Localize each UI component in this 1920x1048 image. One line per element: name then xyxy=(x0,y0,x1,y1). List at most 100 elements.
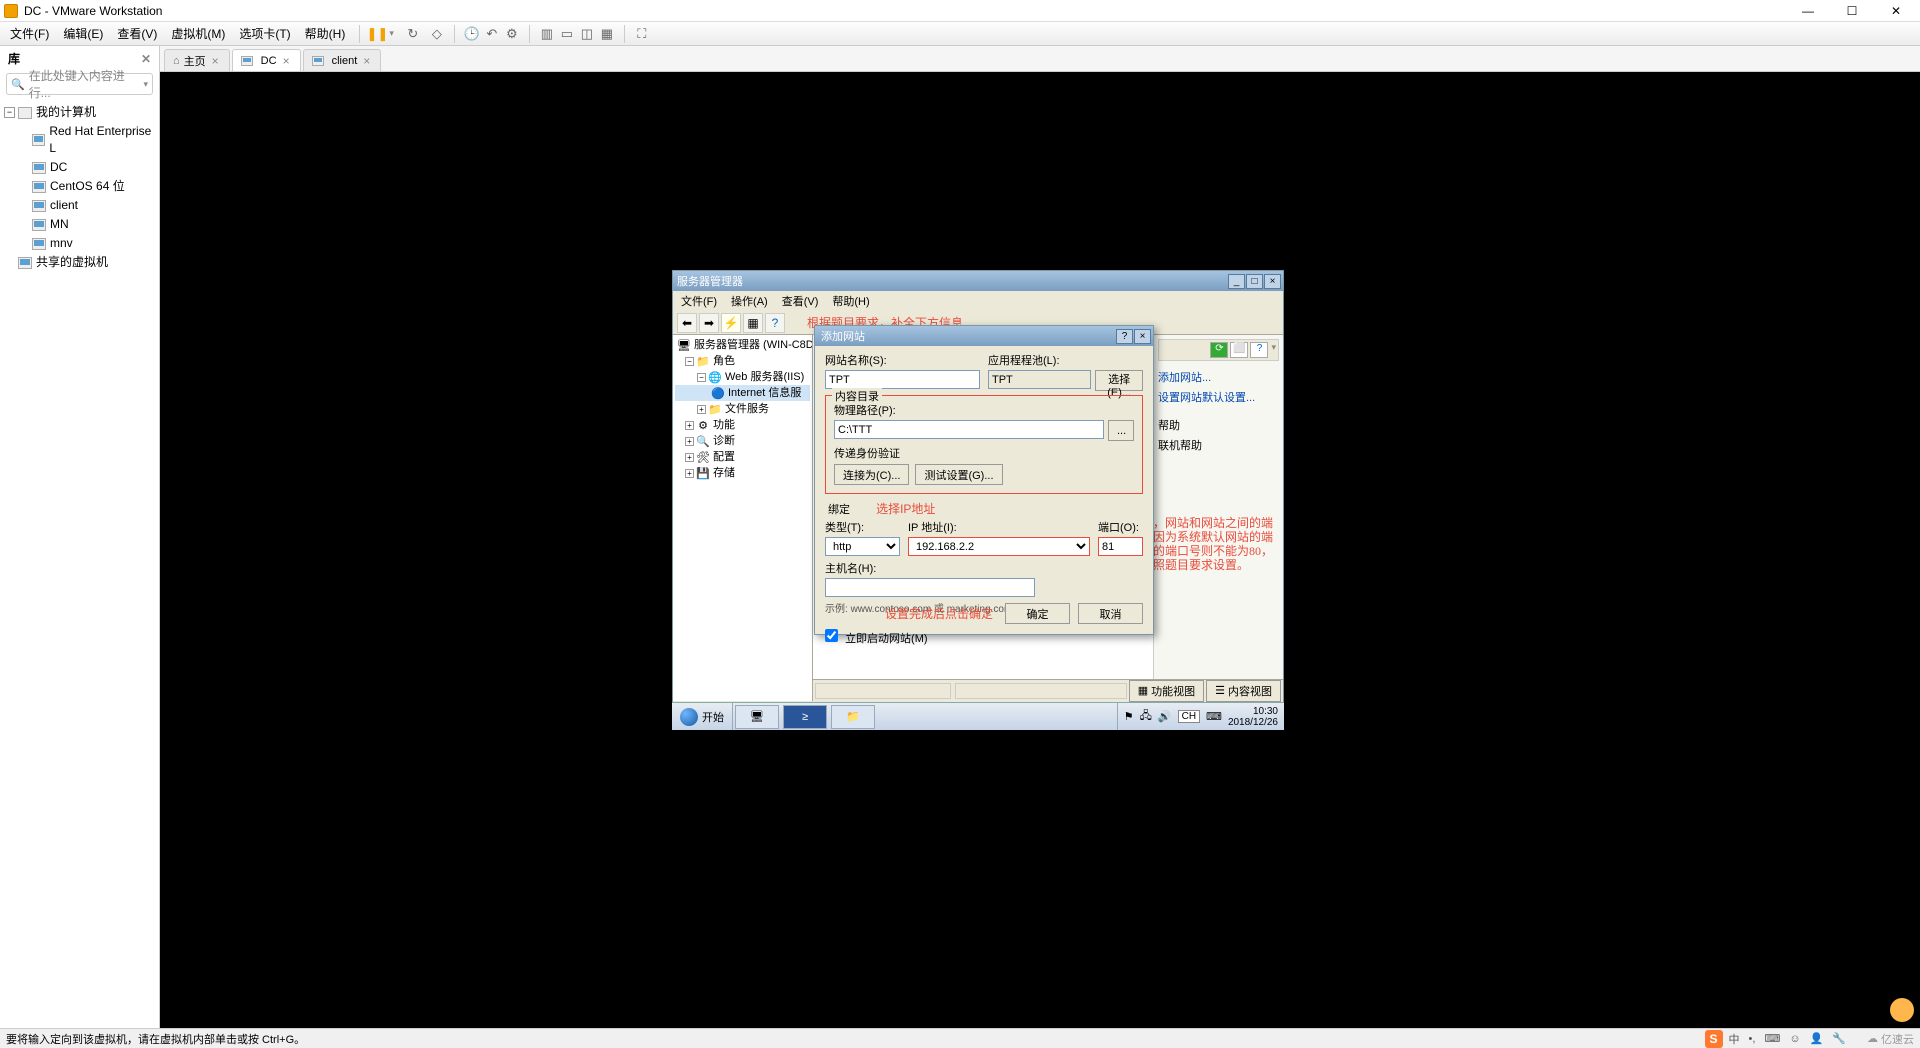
taskbar-explorer[interactable]: 📁 xyxy=(831,705,875,729)
physical-path-input[interactable] xyxy=(834,420,1104,439)
sm-tree-feature[interactable]: +⚙功能 xyxy=(675,417,810,433)
snapshot-manage-icon[interactable]: ⚙ xyxy=(503,25,521,43)
expand-icon[interactable]: + xyxy=(685,421,694,430)
ime-mode[interactable]: 中 xyxy=(1726,1031,1743,1047)
cancel-button[interactable]: 取消 xyxy=(1078,603,1143,624)
sm-tree-storage[interactable]: +💾存储 xyxy=(675,465,810,481)
ime-keyboard-icon[interactable]: ⌨ xyxy=(1761,1032,1783,1045)
maximize-button[interactable]: ☐ xyxy=(1832,2,1872,20)
menu-vm[interactable]: 虚拟机(M) xyxy=(165,23,231,44)
help-button[interactable]: ? xyxy=(765,313,785,333)
server-manager-titlebar[interactable]: 服务器管理器 _ □ × xyxy=(673,271,1283,291)
ok-button[interactable]: 确定 xyxy=(1005,603,1070,624)
tray-network-icon[interactable]: 🖧 xyxy=(1140,707,1152,726)
tree-shared-vms[interactable]: 共享的虚拟机 xyxy=(2,253,157,272)
action-set-default[interactable]: 设置网站默认设置... xyxy=(1158,387,1279,407)
menu-view[interactable]: 查看(V) xyxy=(111,23,163,44)
snapshot-revert-icon[interactable]: ↶ xyxy=(483,25,501,43)
back-button[interactable]: ⬅ xyxy=(677,313,697,333)
taskbar-server-manager[interactable]: 🖥 xyxy=(735,705,779,729)
type-select[interactable]: http xyxy=(825,537,900,556)
snapshot-icon[interactable]: ◇ xyxy=(428,25,446,43)
action-stop-icon[interactable]: ⬜ xyxy=(1230,342,1248,358)
tree-vm-client[interactable]: client xyxy=(2,196,157,215)
tray-sound-icon[interactable]: 🔊 xyxy=(1158,710,1172,723)
scrollbar[interactable] xyxy=(815,683,951,699)
ime-user-icon[interactable]: 👤 xyxy=(1807,1032,1827,1045)
pause-icon[interactable]: ❚❚ xyxy=(368,25,386,43)
snapshot-take-icon[interactable]: 🕒 xyxy=(463,25,481,43)
connect-as-button[interactable]: 连接为(C)... xyxy=(834,464,909,485)
floating-button[interactable] xyxy=(1890,998,1914,1022)
sm-tree-file[interactable]: +📁文件服务 xyxy=(675,401,810,417)
collapse-icon[interactable]: − xyxy=(697,373,706,382)
host-name-input[interactable] xyxy=(825,578,1035,597)
sogou-ime-bar[interactable]: S 中 •, ⌨ ☺ 👤 🔧 xyxy=(1705,1030,1849,1048)
menu-help[interactable]: 帮助(H) xyxy=(299,23,352,44)
tree-vm-centos[interactable]: CentOS 64 位 xyxy=(2,177,157,196)
tab-client[interactable]: client × xyxy=(303,49,382,71)
tab-close-icon[interactable]: × xyxy=(281,54,292,68)
sm-menu-view[interactable]: 查看(V) xyxy=(778,292,823,310)
sm-tree-roles[interactable]: −📁角色 xyxy=(675,353,810,369)
tree-vm-redhat[interactable]: Red Hat Enterprise L xyxy=(2,122,157,158)
language-indicator[interactable]: CH xyxy=(1178,710,1200,723)
tab-close-icon[interactable]: × xyxy=(210,54,221,68)
sm-menu-action[interactable]: 操作(A) xyxy=(727,292,772,310)
dialog-titlebar[interactable]: 添加网站 ? × xyxy=(815,326,1153,346)
close-button[interactable]: × xyxy=(1264,274,1281,289)
tab-close-icon[interactable]: × xyxy=(361,54,372,68)
vm-screen[interactable]: 服务器管理器 _ □ × 文件(F) 操作(A) 查看(V) 帮助(H) ⬅ ➡ xyxy=(160,72,1920,1028)
library-search[interactable]: 🔍 在此处键入内容进行... ▾ xyxy=(6,73,153,95)
properties-button[interactable]: ▦ xyxy=(743,313,763,333)
tree-vm-mnv[interactable]: mnv xyxy=(2,234,157,253)
view-content-button[interactable]: ☰内容视图 xyxy=(1206,680,1281,702)
action-help-icon[interactable]: ? xyxy=(1250,342,1268,358)
close-button[interactable]: × xyxy=(1134,329,1151,344)
action-help[interactable]: 帮助 xyxy=(1158,415,1279,435)
tray-flag-icon[interactable]: ⚑ xyxy=(1124,710,1134,723)
sm-menu-help[interactable]: 帮助(H) xyxy=(828,292,873,310)
action-refresh-icon[interactable]: ⟳ xyxy=(1210,342,1228,358)
clock[interactable]: 10:30 2018/12/26 xyxy=(1228,706,1278,728)
sm-menu-file[interactable]: 文件(F) xyxy=(677,292,721,310)
tree-my-computer[interactable]: − 我的计算机 xyxy=(2,103,157,122)
view-unity-icon[interactable]: ◫ xyxy=(578,25,596,43)
collapse-icon[interactable]: − xyxy=(685,357,694,366)
sidebar-close-icon[interactable]: ✕ xyxy=(141,52,151,66)
ime-icon[interactable]: ⌨ xyxy=(1206,710,1222,723)
help-button[interactable]: ? xyxy=(1116,329,1133,344)
action-add-site[interactable]: 添加网站... xyxy=(1158,367,1279,387)
ime-punct-icon[interactable]: •, xyxy=(1746,1033,1759,1045)
refresh-button[interactable]: ⚡ xyxy=(721,313,741,333)
power-icon[interactable]: ↻ xyxy=(404,25,422,43)
menu-edit[interactable]: 编辑(E) xyxy=(57,23,109,44)
expand-icon[interactable]: + xyxy=(685,437,694,446)
start-button[interactable]: 开始 xyxy=(672,703,733,730)
sm-tree-root[interactable]: 🖥服务器管理器 (WIN-C8DD59) xyxy=(675,337,810,353)
start-now-checkbox[interactable]: 立即启动网站(M) xyxy=(825,633,928,645)
sm-tree-config[interactable]: +🛠配置 xyxy=(675,449,810,465)
view-thumbnail-icon[interactable]: ▦ xyxy=(598,25,616,43)
maximize-button[interactable]: □ xyxy=(1246,274,1263,289)
tree-vm-dc[interactable]: DC xyxy=(2,158,157,177)
collapse-icon[interactable]: − xyxy=(4,107,15,118)
view-features-button[interactable]: ▦功能视图 xyxy=(1129,680,1204,702)
ime-tool-icon[interactable]: 🔧 xyxy=(1829,1032,1849,1045)
expand-icon[interactable]: + xyxy=(697,405,706,414)
view-columns-icon[interactable]: ▥ xyxy=(538,25,556,43)
select-pool-button[interactable]: 选择(E)... xyxy=(1095,370,1143,391)
expand-icon[interactable]: + xyxy=(685,469,694,478)
tab-home[interactable]: ⌂ 主页 × xyxy=(164,49,230,71)
sm-tree-web[interactable]: −🌐Web 服务器(IIS) xyxy=(675,369,810,385)
view-single-icon[interactable]: ▭ xyxy=(558,25,576,43)
sm-tree-iis[interactable]: 🔵Internet 信息服 xyxy=(675,385,810,401)
ip-address-select[interactable]: 192.168.2.2 xyxy=(908,537,1090,556)
minimize-button[interactable]: _ xyxy=(1228,274,1245,289)
menu-tabs[interactable]: 选项卡(T) xyxy=(233,23,296,44)
site-name-input[interactable] xyxy=(825,370,980,389)
ime-emoji-icon[interactable]: ☺ xyxy=(1786,1033,1803,1045)
port-input[interactable] xyxy=(1098,537,1143,556)
scrollbar[interactable] xyxy=(955,683,1127,699)
menu-file[interactable]: 文件(F) xyxy=(4,23,55,44)
